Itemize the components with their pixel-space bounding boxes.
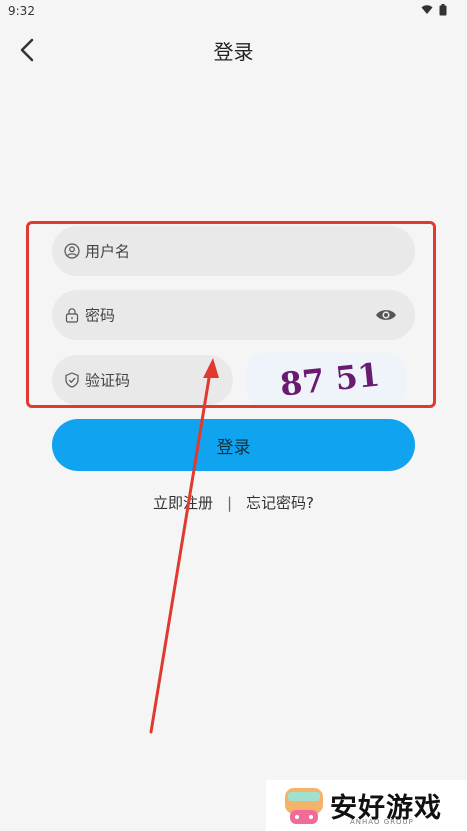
auth-links: 立即注册 | 忘记密码? bbox=[0, 492, 467, 513]
watermark-sub: ANHAO GROUP bbox=[350, 818, 414, 826]
login-button-label: 登录 bbox=[216, 437, 251, 458]
login-button[interactable]: 登录 bbox=[52, 419, 415, 471]
page-title: 登录 bbox=[213, 40, 254, 64]
status-icons bbox=[421, 4, 447, 16]
annotation-arrow bbox=[149, 358, 219, 734]
highlight-box bbox=[26, 221, 436, 408]
game-logo-icon bbox=[285, 788, 323, 824]
status-time: 9:32 bbox=[8, 4, 35, 18]
register-link[interactable]: 立即注册 bbox=[153, 492, 213, 513]
wifi-icon bbox=[421, 5, 433, 14]
link-separator: | bbox=[226, 494, 233, 512]
battery-icon bbox=[439, 4, 447, 16]
forgot-password-link[interactable]: 忘记密码? bbox=[246, 492, 314, 513]
status-bar: 9:32 bbox=[0, 0, 467, 24]
